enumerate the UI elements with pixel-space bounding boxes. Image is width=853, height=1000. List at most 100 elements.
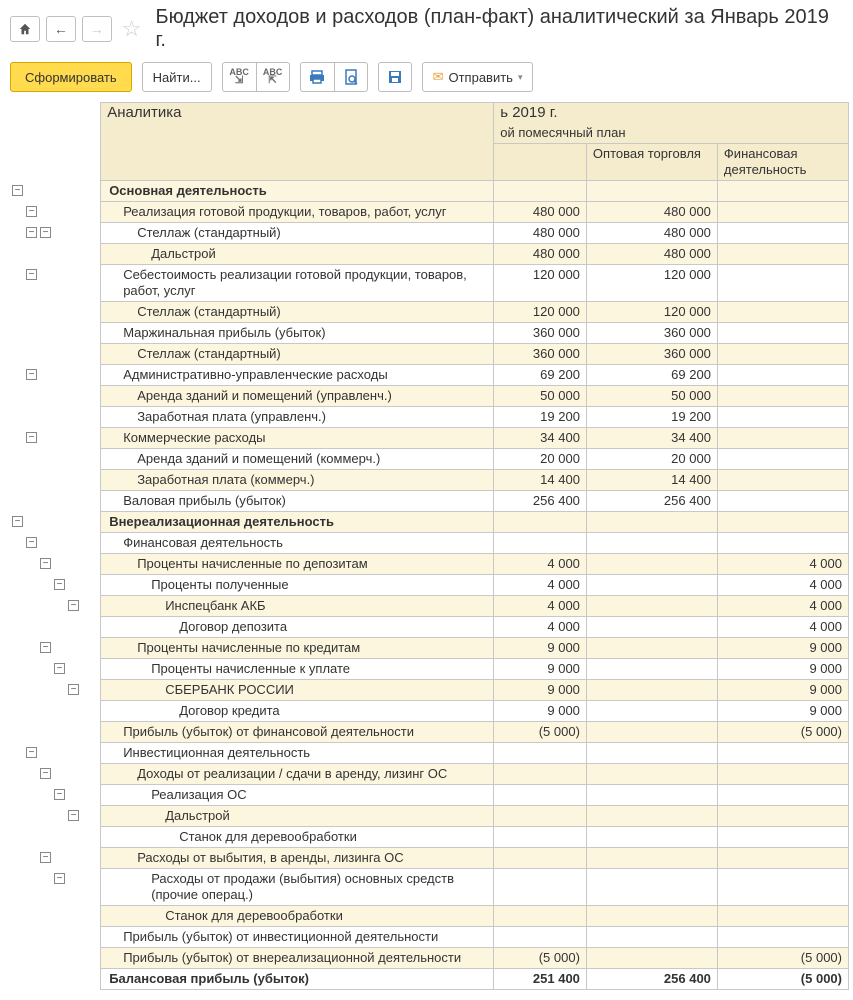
tree-expander[interactable]: −	[26, 747, 37, 758]
cell-value	[586, 554, 717, 575]
cell-value: 360 000	[494, 344, 587, 365]
row-label: Балансовая прибыль (убыток)	[101, 969, 494, 990]
table-row: −Коммерческие расходы34 40034 400	[10, 428, 849, 449]
tree-expander[interactable]: −	[40, 227, 51, 238]
favorite-icon[interactable]: ☆	[122, 16, 142, 42]
tree-expander[interactable]: −	[12, 516, 23, 527]
table-row: −Административно-управленческие расходы6…	[10, 365, 849, 386]
table-row: Станок для деревообработки	[10, 827, 849, 848]
tree-expander[interactable]: −	[68, 600, 79, 611]
cell-value	[717, 785, 848, 806]
cell-value	[586, 659, 717, 680]
save-button[interactable]	[378, 62, 412, 92]
cell-value: 480 000	[586, 244, 717, 265]
tree-expander[interactable]: −	[68, 684, 79, 695]
cell-value	[717, 491, 848, 512]
cell-value	[494, 764, 587, 785]
cell-value	[586, 575, 717, 596]
tree-expander[interactable]: −	[26, 369, 37, 380]
tree-expander[interactable]: −	[68, 810, 79, 821]
print-button[interactable]	[300, 62, 334, 92]
table-row: − Дальстрой	[10, 806, 849, 827]
row-label: Стеллаж (стандартный)	[101, 302, 494, 323]
forward-button[interactable]: →	[82, 16, 112, 42]
tree-expander[interactable]: −	[26, 227, 37, 238]
cell-value: 50 000	[586, 386, 717, 407]
cell-value	[717, 323, 848, 344]
tree-expander[interactable]: −	[40, 558, 51, 569]
cell-value	[586, 680, 717, 701]
form-button[interactable]: Сформировать	[10, 62, 132, 92]
row-label: Договор депозита	[101, 617, 494, 638]
table-row: −Проценты начисленные по кредитам9 0009 …	[10, 638, 849, 659]
replace-button[interactable]: ABC⇲	[222, 62, 256, 92]
tree-expander[interactable]: −	[54, 579, 65, 590]
table-row: Договор кредита9 0009 000	[10, 701, 849, 722]
abc-collapse-icon: ABC⇱	[263, 68, 283, 86]
cell-value	[586, 512, 717, 533]
tree-expander[interactable]: −	[26, 269, 37, 280]
cell-value	[494, 906, 587, 927]
tree-expander[interactable]: −	[54, 873, 65, 884]
cell-value: (5 000)	[494, 948, 587, 969]
cell-value	[717, 927, 848, 948]
row-label: Заработная плата (управленч.)	[101, 407, 494, 428]
row-label: Прибыль (убыток) от финансовой деятельно…	[101, 722, 494, 743]
tree-expander[interactable]: −	[26, 432, 37, 443]
row-label: Реализация готовой продукции, товаров, р…	[101, 202, 494, 223]
cell-value: 480 000	[494, 202, 587, 223]
tree-expander[interactable]: −	[54, 789, 65, 800]
title-bar: ← → ☆ Бюджет доходов и расходов (план-фа…	[0, 0, 853, 58]
table-row: −−Стеллаж (стандартный)480 000480 000	[10, 223, 849, 244]
replace2-button[interactable]: ABC⇱	[256, 62, 290, 92]
table-row: Аренда зданий и помещений (коммерч.)20 0…	[10, 449, 849, 470]
cell-value	[717, 223, 848, 244]
row-label: Проценты начисленные к уплате	[101, 659, 494, 680]
cell-value: 480 000	[494, 223, 587, 244]
tree-expander[interactable]: −	[12, 185, 23, 196]
row-label: Дальстрой	[101, 806, 494, 827]
cell-value	[717, 533, 848, 554]
tree-expander[interactable]: −	[40, 852, 51, 863]
abc-expand-icon: ABC⇲	[229, 68, 249, 86]
cell-value	[586, 827, 717, 848]
tree-expander[interactable]: −	[26, 206, 37, 217]
tree-expander[interactable]: −	[26, 537, 37, 548]
row-label: Стеллаж (стандартный)	[101, 344, 494, 365]
preview-button[interactable]	[334, 62, 368, 92]
table-row: −Основная деятельность	[10, 181, 849, 202]
tree-expander[interactable]: −	[54, 663, 65, 674]
row-label: Заработная плата (коммерч.)	[101, 470, 494, 491]
toolbar: Сформировать Найти... ABC⇲ ABC⇱ ✉ Отправ…	[0, 58, 853, 102]
cell-value: 4 000	[717, 554, 848, 575]
send-button[interactable]: ✉ Отправить ▾	[422, 62, 534, 92]
cell-value: (5 000)	[717, 969, 848, 990]
preview-icon	[343, 69, 359, 85]
back-button[interactable]: ←	[46, 16, 76, 42]
cell-value: 251 400	[494, 969, 587, 990]
cell-value	[717, 344, 848, 365]
cell-value	[717, 906, 848, 927]
tree-expander[interactable]: −	[40, 768, 51, 779]
table-row: −Расходы от продажи (выбытия) основных с…	[10, 869, 849, 906]
cell-value	[586, 848, 717, 869]
tree-expander[interactable]: −	[40, 642, 51, 653]
cell-value: 20 000	[494, 449, 587, 470]
cell-value	[717, 512, 848, 533]
table-row: − Реализация готовой продукции, товаров, …	[10, 202, 849, 223]
row-label: Маржинальная прибыль (убыток)	[101, 323, 494, 344]
header-period: ь 2019 г.	[494, 103, 849, 124]
find-button[interactable]: Найти...	[142, 62, 212, 92]
row-label: Финансовая деятельность	[101, 533, 494, 554]
row-label: Проценты начисленные по кредитам	[101, 638, 494, 659]
table-row: −Реализация ОС	[10, 785, 849, 806]
cell-value	[717, 244, 848, 265]
cell-value: 120 000	[586, 265, 717, 302]
home-button[interactable]	[10, 16, 40, 42]
header-plan: ой помесячный план	[494, 123, 849, 144]
cell-value: (5 000)	[494, 722, 587, 743]
cell-value: 360 000	[586, 344, 717, 365]
cell-value	[494, 512, 587, 533]
table-row: −Проценты начисленные по депозитам4 0004…	[10, 554, 849, 575]
table-row: Стеллаж (стандартный)360 000360 000	[10, 344, 849, 365]
